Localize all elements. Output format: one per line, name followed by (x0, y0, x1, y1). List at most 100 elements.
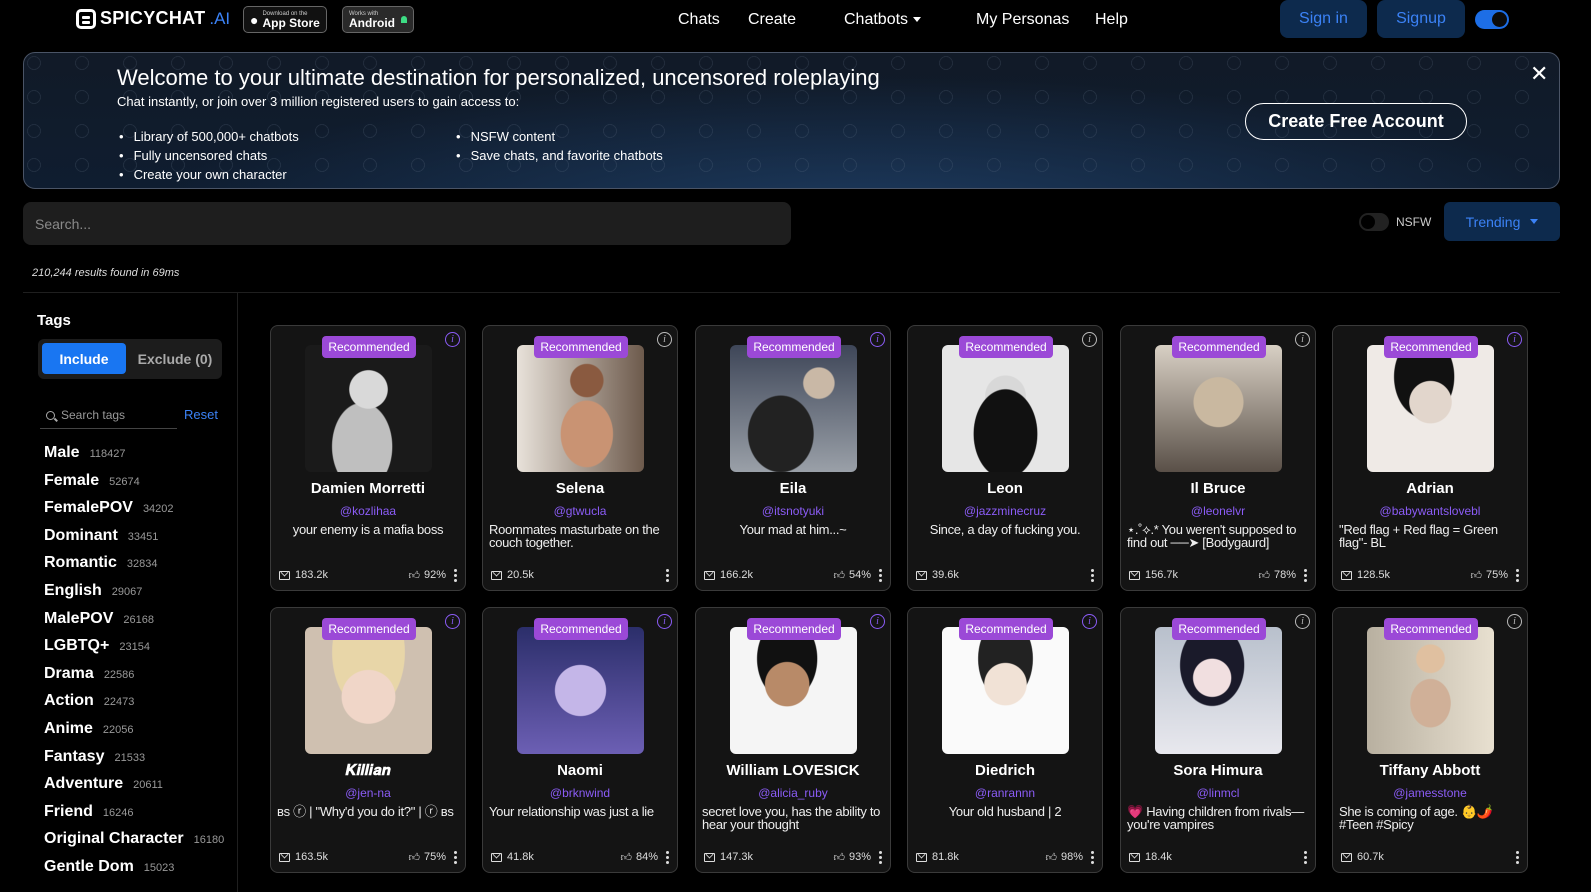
nav-help[interactable]: Help (1095, 11, 1128, 29)
more-options-icon[interactable] (1091, 568, 1094, 582)
tag-item[interactable]: Anime 22056 (44, 720, 224, 748)
creator-handle[interactable]: @kozlihaa (271, 504, 465, 518)
tag-item[interactable]: Friend 16246 (44, 803, 224, 831)
chatbot-card[interactable]: Recommended i Adrian @babywantslovebl "R… (1332, 325, 1528, 591)
info-icon[interactable]: i (657, 332, 672, 347)
tag-item[interactable]: Female 52674 (44, 472, 224, 500)
tag-item[interactable]: Dominant 33451 (44, 527, 224, 555)
logo-text: SPICYCHAT (100, 8, 206, 28)
info-icon[interactable]: i (445, 332, 460, 347)
creator-handle[interactable]: @leonelvr (1121, 504, 1315, 518)
banner-feature: NSFW content (456, 127, 663, 146)
chatbot-card[interactable]: Recommended i Eila @itsnotyuki Your mad … (695, 325, 891, 591)
chatbot-card[interactable]: Recommended i 𝑲𝒊𝒍𝒍𝒊𝒂𝒏 @jen-na ʙs ⓡ | "Wh… (270, 607, 466, 873)
creator-handle[interactable]: @jamesstone (1333, 786, 1527, 800)
tag-item[interactable]: Fantasy 21533 (44, 748, 224, 776)
tag-name: Male (44, 444, 80, 461)
tag-item[interactable]: LGBTQ+ 23154 (44, 637, 224, 665)
rating: 75% (1485, 569, 1508, 581)
tag-search-input[interactable] (61, 408, 171, 422)
more-options-icon[interactable] (1304, 568, 1307, 582)
more-options-icon[interactable] (454, 568, 457, 582)
character-description: Your old husband | 2 (948, 804, 1062, 819)
creator-handle[interactable]: @itsnotyuki (696, 504, 890, 518)
tag-item[interactable]: MalePOV 26168 (44, 610, 224, 638)
search-input[interactable] (23, 202, 791, 245)
top-navbar: SPICYCHAT .AI ● Download on the App Store … (0, 0, 1591, 42)
tag-name: Fantasy (44, 747, 105, 765)
creator-handle[interactable]: @brknwind (483, 786, 677, 800)
app-store-badge[interactable]: ● Download on the App Store (243, 6, 327, 33)
info-icon[interactable]: i (657, 614, 672, 629)
chatbot-card[interactable]: Recommended i Il Bruce @leonelvr ⋆.˚⟡.* … (1120, 325, 1316, 591)
more-options-icon[interactable] (1304, 850, 1307, 864)
nav-create[interactable]: Create (748, 11, 796, 29)
info-icon[interactable]: i (1082, 614, 1097, 629)
creator-handle[interactable]: @jen-na (271, 786, 465, 800)
banner-feature: Fully uncensored chats (119, 146, 299, 165)
creator-handle[interactable]: @jazzminecruz (908, 504, 1102, 518)
info-icon[interactable]: i (445, 614, 460, 629)
creator-handle[interactable]: @ranrannn (908, 786, 1102, 800)
chatbot-card[interactable]: Recommended i Sora Himura @linmcl 💗 Havi… (1120, 607, 1316, 873)
more-options-icon[interactable] (454, 850, 457, 864)
more-options-icon[interactable] (879, 568, 882, 582)
info-icon[interactable]: i (870, 332, 885, 347)
nav-chatbots[interactable]: Chatbots (844, 11, 922, 29)
create-free-account-button[interactable]: Create Free Account (1245, 103, 1467, 140)
nav-chats[interactable]: Chats (678, 11, 720, 29)
chatbot-card[interactable]: Recommended i Selena @gtwucla Roommates … (482, 325, 678, 591)
theme-toggle[interactable] (1475, 10, 1509, 29)
more-options-icon[interactable] (879, 850, 882, 864)
tag-item[interactable]: Romantic 32834 (44, 554, 224, 582)
tag-item[interactable]: Gentle Dom 15023 (44, 858, 224, 886)
more-options-icon[interactable] (1516, 568, 1519, 582)
chatbot-card[interactable]: Recommended i Leon @jazzminecruz Since, … (907, 325, 1103, 591)
chevron-down-icon (913, 17, 922, 23)
signup-button[interactable]: Signup (1377, 0, 1465, 38)
creator-handle[interactable]: @gtwucla (483, 504, 677, 518)
more-options-icon[interactable] (1091, 850, 1094, 864)
more-options-icon[interactable] (666, 850, 669, 864)
more-options-icon[interactable] (666, 568, 669, 582)
info-icon[interactable]: i (1295, 332, 1310, 347)
chatbot-card[interactable]: Recommended i Diedrich @ranrannn Your ol… (907, 607, 1103, 873)
tag-item[interactable]: FemalePOV 34202 (44, 499, 224, 527)
tag-item[interactable]: English 29067 (44, 582, 224, 610)
nsfw-toggle[interactable] (1359, 213, 1389, 231)
creator-handle[interactable]: @alicia_ruby (696, 786, 890, 800)
recommended-badge: Recommended (1172, 618, 1266, 640)
creator-handle[interactable]: @linmcl (1121, 786, 1315, 800)
sort-dropdown[interactable]: Trending (1444, 202, 1560, 241)
reset-button[interactable]: Reset (184, 407, 218, 422)
info-icon[interactable]: i (1082, 332, 1097, 347)
tag-item[interactable]: Original Character 16180 (44, 830, 224, 858)
info-icon[interactable]: i (1507, 332, 1522, 347)
include-button[interactable]: Include (42, 343, 126, 374)
chatbot-card[interactable]: Recommended i William LOVESICK @alicia_r… (695, 607, 891, 873)
tag-item[interactable]: Male 118427 (44, 444, 224, 472)
character-avatar (1155, 345, 1282, 472)
recommended-badge: Recommended (1384, 618, 1478, 640)
chatbot-card[interactable]: Recommended i Naomi @brknwind Your relat… (482, 607, 678, 873)
info-icon[interactable]: i (870, 614, 885, 629)
exclude-button[interactable]: Exclude (0) (132, 343, 218, 374)
info-icon[interactable]: i (1295, 614, 1310, 629)
more-options-icon[interactable] (1516, 850, 1519, 864)
tag-item[interactable]: Drama 22586 (44, 665, 224, 693)
search-icon (46, 410, 55, 420)
android-badge[interactable]: Works with Android (342, 6, 414, 33)
chat-count: 163.5k (295, 851, 329, 863)
message-icon (1341, 570, 1352, 580)
close-icon[interactable]: ✕ (1530, 63, 1548, 85)
chatbot-card[interactable]: Recommended i Damien Morretti @kozlihaa … (270, 325, 466, 591)
nav-my-personas[interactable]: My Personas (976, 11, 1069, 29)
sign-in-button[interactable]: Sign in (1280, 0, 1367, 38)
info-icon[interactable]: i (1507, 614, 1522, 629)
chatbot-card[interactable]: Recommended i Tiffany Abbott @jamesstone… (1332, 607, 1528, 873)
creator-handle[interactable]: @babywantslovebl (1333, 504, 1527, 518)
logo[interactable]: SPICYCHAT .AI (76, 8, 230, 29)
tag-item[interactable]: Adventure 20611 (44, 775, 224, 803)
tag-item[interactable]: Action 22473 (44, 692, 224, 720)
message-icon (1341, 852, 1352, 862)
